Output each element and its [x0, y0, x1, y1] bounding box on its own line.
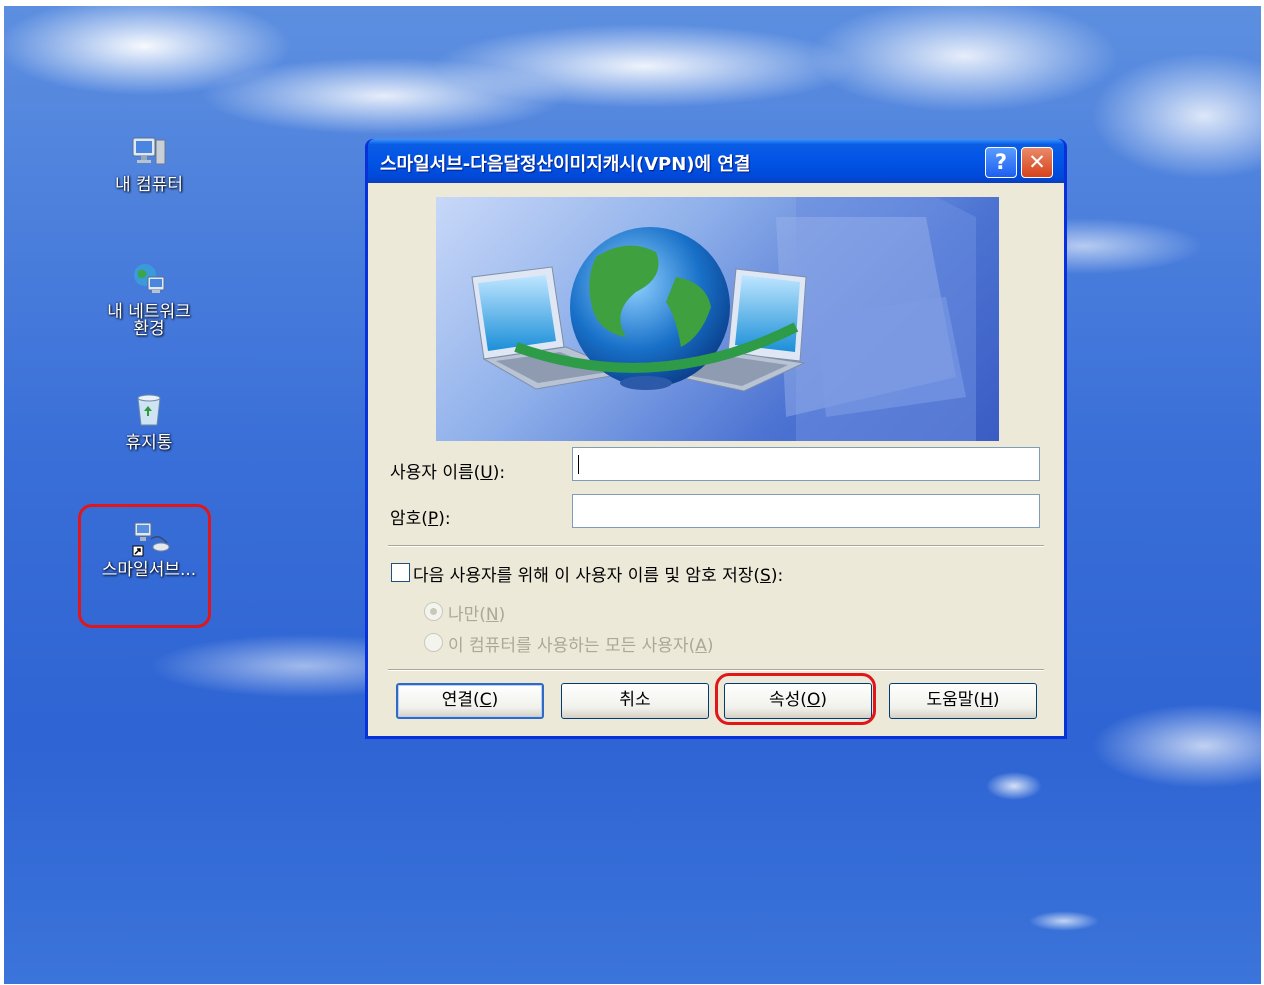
username-field[interactable] [572, 447, 1040, 481]
shortcut-highlight-box [78, 504, 211, 628]
network-places-icon [131, 261, 167, 297]
radio-all-users[interactable] [424, 633, 443, 652]
desktop-icon-network-places[interactable]: 내 네트워크 환경 [89, 261, 209, 339]
dialog-titlebar[interactable]: 스마일서브-다음달정산이미지캐시(VPN)에 연결 ? ✕ [368, 139, 1064, 183]
radio-me-only-label: 나만(N) [448, 605, 506, 625]
radio-me-only[interactable] [424, 602, 443, 621]
separator-top [388, 545, 1044, 547]
dialog-client-area: 사용자 이름(U): 암호(P): 다음 사용자를 위해 이 사용자 이름 및 … [368, 183, 1064, 736]
save-credentials-label[interactable]: 다음 사용자를 위해 이 사용자 이름 및 암호 저장(S): [413, 561, 783, 586]
title-help-button[interactable]: ? [985, 147, 1017, 178]
separator-bottom [388, 669, 1044, 671]
dialog-title: 스마일서브-다음달정산이미지캐시(VPN)에 연결 [380, 154, 751, 175]
radio-all-users-label: 이 컴퓨터를 사용하는 모든 사용자(A) [448, 636, 714, 656]
help-button[interactable]: 도움말(H) [889, 683, 1037, 719]
vpn-banner-image [436, 197, 999, 441]
desktop-icon-label: 내 컴퓨터 [115, 175, 183, 195]
connect-button[interactable]: 연결(C) [396, 683, 544, 719]
desktop: 내 컴퓨터 내 네트워크 환경 휴지통 스마일서브... 스마일서브-다음달정산… [4, 6, 1261, 984]
text-caret [578, 455, 579, 474]
cancel-button[interactable]: 취소 [561, 683, 709, 719]
password-field[interactable] [572, 494, 1040, 528]
password-label: 암호(P): [390, 509, 451, 529]
vpn-connect-dialog: 스마일서브-다음달정산이미지캐시(VPN)에 연결 ? ✕ 사용자 이름(U):… [365, 139, 1067, 739]
desktop-icon-recycle-bin[interactable]: 휴지통 [89, 392, 209, 453]
recycle-bin-icon [131, 392, 167, 428]
save-credentials-checkbox[interactable] [391, 563, 410, 582]
desktop-icon-my-computer[interactable]: 내 컴퓨터 [89, 134, 209, 195]
desktop-icon-label: 휴지통 [125, 433, 173, 453]
title-close-button[interactable]: ✕ [1021, 147, 1053, 178]
username-label: 사용자 이름(U): [390, 463, 506, 483]
my-computer-icon [131, 134, 167, 170]
desktop-icon-label-line2: 환경 [133, 319, 165, 339]
properties-highlight-box [715, 673, 876, 725]
